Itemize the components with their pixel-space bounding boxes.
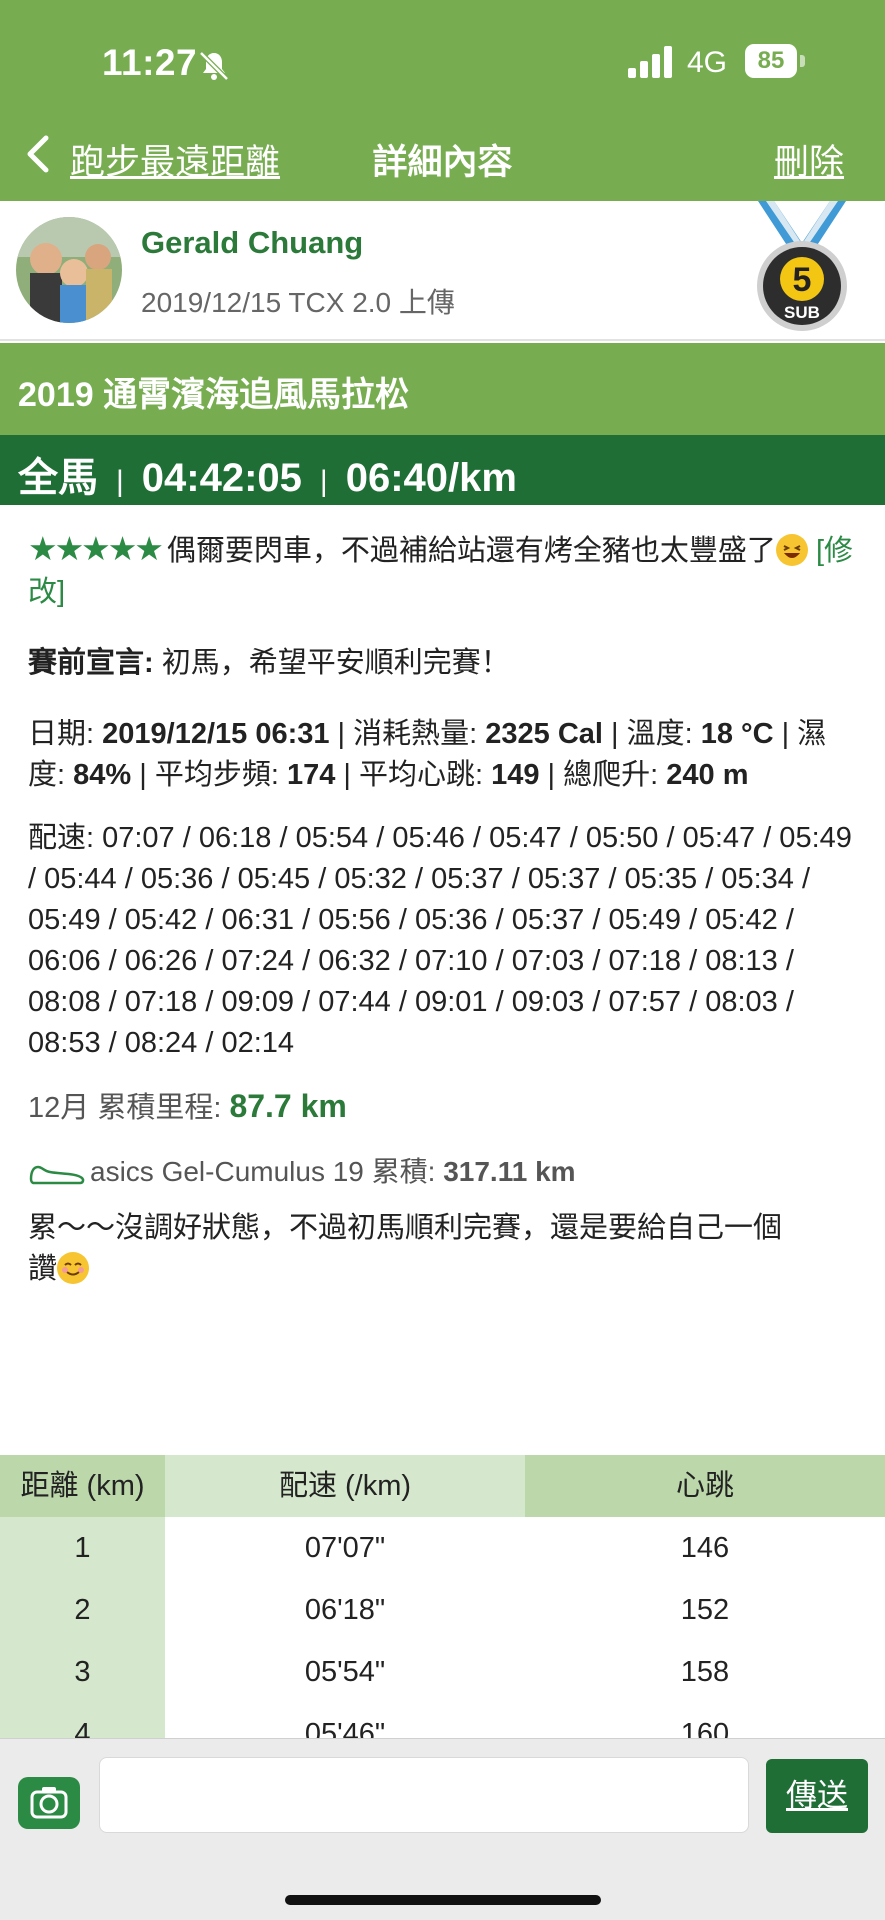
cell-distance: 3	[0, 1641, 165, 1703]
cell-distance: 2	[0, 1579, 165, 1641]
monthly-value: 87.7 km	[229, 1088, 347, 1124]
calories-label: | 消耗熱量:	[329, 718, 486, 750]
header-pace: 配速 (/km)	[165, 1455, 525, 1517]
nav-bar: 跑步最遠距離 詳細內容 刪除	[0, 130, 885, 182]
monthly-distance: 12月 累積里程: 87.7 km	[28, 1086, 858, 1129]
upload-meta: 2019/12/15 TCX 2.0 上傳	[141, 287, 455, 318]
network-type: 4G	[687, 46, 728, 79]
result-bar: 全馬 | 04:42:05 | 06:40/km	[0, 435, 885, 505]
date-label: 日期:	[28, 718, 103, 750]
declaration: 賽前宣言: 初馬，希望平安順利完賽！	[28, 643, 858, 684]
date-value: 2019/12/15 06:31	[102, 718, 330, 750]
cell-pace: 05'54"	[304, 1656, 386, 1688]
temp-label: | 溫度:	[602, 718, 701, 750]
delete-button[interactable]: 刪除	[774, 134, 844, 185]
table-row: 3 05'54" 158	[0, 1641, 885, 1703]
send-button[interactable]: 傳送	[766, 1759, 868, 1833]
comment-bar: 傳送	[0, 1738, 885, 1920]
table-header: 距離 (km) 配速 (/km) 心跳	[0, 1455, 885, 1517]
note: 累～～沒調好狀態，不過初馬順利完賽，還是要給自己一個讚	[28, 1208, 798, 1290]
cadence-label: | 平均步頻:	[131, 759, 287, 791]
cell-heart-rate: 152	[680, 1594, 730, 1626]
signal-icon	[628, 46, 672, 78]
splits-table: 距離 (km) 配速 (/km) 心跳 1 07'07" 146 2 06'18…	[0, 1455, 885, 1765]
shoe-value: 317.11 km	[443, 1156, 576, 1187]
sub5-medal-icon: 5 SUB	[757, 201, 847, 331]
status-time: 11:27	[102, 42, 198, 83]
cell-pace: 06'18"	[304, 1594, 386, 1626]
battery-level: 85	[745, 44, 797, 78]
cell-heart-rate: 158	[680, 1656, 730, 1688]
climb-value: 240 m	[666, 759, 749, 791]
table-row: 2 06'18" 152	[0, 1579, 885, 1641]
review-text: 偶爾要閃車，不過補給站還有烤全豬也太豐盛了	[166, 535, 776, 567]
finish-time: 04:42:05	[141, 456, 302, 500]
home-indicator	[285, 1895, 601, 1905]
camera-button[interactable]	[18, 1777, 80, 1829]
heart-rate-label: | 平均心跳:	[335, 759, 492, 791]
shoe-icon	[29, 1165, 85, 1185]
cell-heart-rate: 146	[680, 1532, 730, 1564]
monthly-label: 12月 累積里程:	[28, 1092, 230, 1124]
medal-label: SUB	[784, 303, 820, 322]
average-pace: 06:40/km	[345, 456, 517, 500]
activity-details: ★★★★★ 偶爾要閃車，不過補給站還有烤全豬也太豐盛了 [修改] 賽前宣言: 初馬，…	[28, 528, 858, 1290]
smiling-emoji-icon	[57, 1252, 90, 1284]
bell-muted-icon	[199, 51, 229, 81]
calories-value: 2325 Cal	[485, 718, 603, 750]
back-button[interactable]: 跑步最遠距離	[70, 134, 280, 185]
star-rating: ★★★★★	[28, 530, 164, 567]
top-bar: 11:27 4G 85 跑步最遠距離 詳細內容 刪除	[0, 0, 885, 201]
race-title: 2019 通霄濱海追風馬拉松	[0, 343, 885, 435]
shoe-label: asics Gel-Cumulus 19 累積:	[90, 1156, 444, 1187]
avatar[interactable]	[16, 217, 122, 323]
chevron-left-icon[interactable]	[24, 134, 52, 174]
splits: 配速: 07:07 / 06:18 / 05:54 / 05:46 / 05:4…	[28, 822, 852, 1059]
cadence-value: 174	[286, 759, 336, 791]
battery-icon: 85	[745, 44, 805, 78]
comment-input[interactable]	[99, 1757, 749, 1833]
runner-name[interactable]: Gerald Chuang	[141, 225, 363, 261]
stats: 日期: 2019/12/15 06:31 | 消耗熱量: 2325 Cal | …	[28, 714, 858, 796]
camera-icon	[30, 1787, 68, 1819]
race-category: 全馬	[18, 456, 98, 500]
medal-number: 5	[793, 261, 812, 299]
cell-pace: 07'07"	[304, 1532, 386, 1564]
status-bar: 11:27 4G 85	[0, 38, 885, 88]
cell-distance: 1	[0, 1517, 165, 1579]
note-text: 累～～沒調好狀態，不過初馬順利完賽，還是要給自己一個讚	[28, 1212, 783, 1285]
header-distance: 距離 (km)	[0, 1455, 165, 1517]
declaration-label: 賽前宣言:	[28, 647, 154, 679]
table-row: 1 07'07" 146	[0, 1517, 885, 1579]
declaration-text: 初馬，希望平安順利完賽！	[153, 647, 510, 679]
humidity-value: 84%	[73, 759, 132, 791]
heart-rate-value: 149	[491, 759, 540, 791]
header-heart-rate: 心跳	[525, 1455, 885, 1517]
climb-label: | 總爬升:	[539, 759, 667, 791]
review: ★★★★★ 偶爾要閃車，不過補給站還有烤全豬也太豐盛了 [修改]	[28, 528, 858, 613]
laughing-emoji-icon	[775, 534, 808, 566]
temp-value: 18 °C	[700, 718, 774, 750]
shoe-info[interactable]: asics Gel-Cumulus 19 累積: 317.11 km	[28, 1151, 858, 1192]
